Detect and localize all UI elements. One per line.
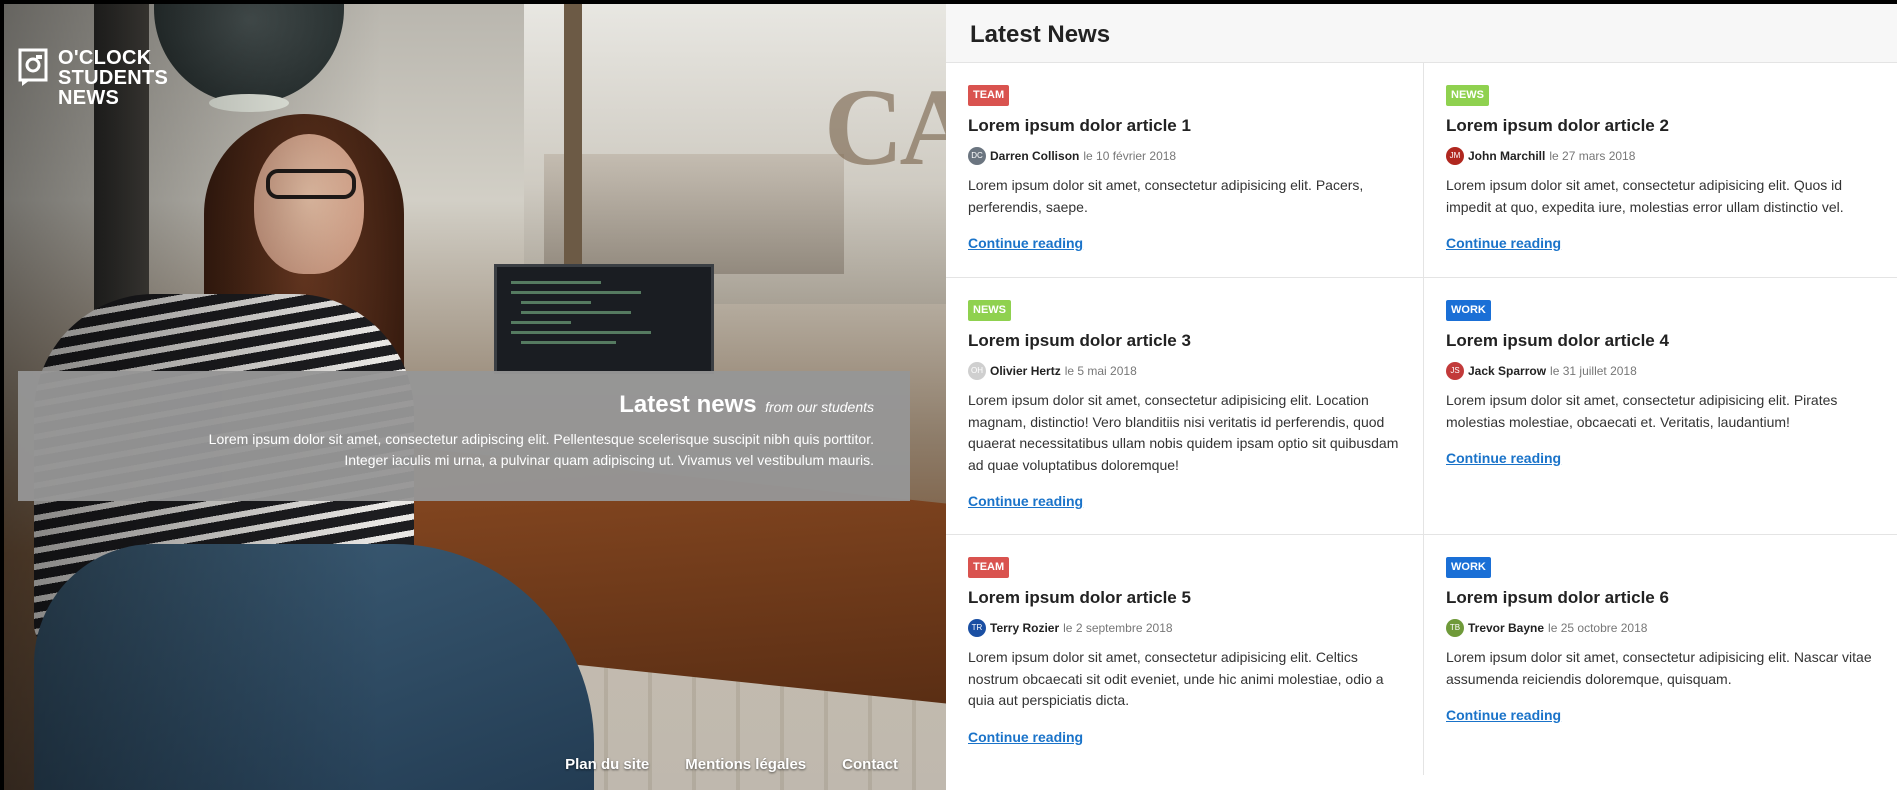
article-meta: TR Terry Rozier le 2 septembre 2018	[968, 619, 1401, 637]
author-name[interactable]: Jack Sparrow	[1468, 364, 1546, 378]
continue-reading-link[interactable]: Continue reading	[1446, 707, 1561, 723]
article-title[interactable]: Lorem ipsum dolor article 4	[1446, 331, 1875, 351]
continue-reading-link[interactable]: Continue reading	[968, 493, 1083, 509]
continue-reading-link[interactable]: Continue reading	[1446, 450, 1561, 466]
logo-icon	[18, 48, 48, 88]
article-meta: JS Jack Sparrow le 31 juillet 2018	[1446, 362, 1875, 380]
hero-title: Latest news	[619, 391, 757, 418]
article-title[interactable]: Lorem ipsum dolor article 1	[968, 116, 1401, 136]
news-header: Latest News	[946, 4, 1897, 63]
hero-description-line-1: Lorem ipsum dolor sit amet, consectetur …	[208, 431, 874, 447]
author-avatar: JM	[1446, 147, 1464, 165]
article-grid: Team Lorem ipsum dolor article 1 DC Darr…	[946, 63, 1897, 775]
author-avatar: JS	[1446, 362, 1464, 380]
article-title[interactable]: Lorem ipsum dolor article 3	[968, 331, 1401, 351]
author-avatar: OH	[968, 362, 986, 380]
article-excerpt: Lorem ipsum dolor sit amet, consectetur …	[1446, 392, 1838, 430]
author-name[interactable]: Olivier Hertz	[990, 364, 1061, 378]
category-badge[interactable]: Work	[1446, 300, 1491, 321]
news-section: Latest News Team Lorem ipsum dolor artic…	[946, 4, 1897, 790]
article-date: le 5 mai 2018	[1064, 364, 1137, 378]
author-avatar: DC	[968, 147, 986, 165]
logo-line-1: O'CLOCK	[58, 47, 152, 69]
author-name[interactable]: Darren Collison	[990, 149, 1079, 163]
author-name[interactable]: Trevor Bayne	[1468, 621, 1544, 635]
article-excerpt: Lorem ipsum dolor sit amet, consectetur …	[968, 392, 1399, 473]
author-avatar: TB	[1446, 619, 1464, 637]
article-date: le 25 octobre 2018	[1548, 621, 1648, 635]
category-badge[interactable]: Work	[1446, 557, 1491, 578]
logo-line-2: STUDENTS	[58, 67, 169, 89]
logo-line-3: NEWS	[58, 87, 120, 109]
category-badge[interactable]: News	[1446, 85, 1489, 106]
author-name[interactable]: Terry Rozier	[990, 621, 1059, 635]
article-title[interactable]: Lorem ipsum dolor article 5	[968, 588, 1401, 608]
continue-reading-link[interactable]: Continue reading	[968, 235, 1083, 251]
article-excerpt: Lorem ipsum dolor sit amet, consectetur …	[1446, 649, 1872, 687]
hero-description-line-2: Integer iaculis mi urna, a pulvinar quam…	[344, 452, 874, 468]
article-meta: DC Darren Collison le 10 février 2018	[968, 147, 1401, 165]
article-title[interactable]: Lorem ipsum dolor article 2	[1446, 116, 1875, 136]
hero-heading: Latest news from our students	[54, 391, 874, 419]
article-date: le 27 mars 2018	[1549, 149, 1636, 163]
article-card: Team Lorem ipsum dolor article 1 DC Darr…	[946, 63, 1424, 278]
continue-reading-link[interactable]: Continue reading	[968, 729, 1083, 745]
article-card: News Lorem ipsum dolor article 3 OH Oliv…	[946, 278, 1424, 535]
article-date: le 31 juillet 2018	[1550, 364, 1637, 378]
logo-text: O'CLOCK STUDENTS NEWS	[58, 48, 168, 108]
article-card: News Lorem ipsum dolor article 2 JM John…	[1424, 63, 1897, 278]
category-badge[interactable]: Team	[968, 85, 1010, 106]
article-card: Work Lorem ipsum dolor article 4 JS Jack…	[1424, 278, 1897, 535]
article-title[interactable]: Lorem ipsum dolor article 6	[1446, 588, 1875, 608]
news-heading: Latest News	[970, 21, 1111, 48]
article-date: le 10 février 2018	[1083, 149, 1177, 163]
footer-link-site-map[interactable]: Plan du site	[565, 756, 649, 773]
hero-description: Lorem ipsum dolor sit amet, consectetur …	[54, 429, 874, 471]
footer-link-legal[interactable]: Mentions légales	[685, 756, 806, 773]
footer-link-contact[interactable]: Contact	[842, 756, 898, 773]
footer-nav: Plan du site Mentions légales Contact	[565, 756, 898, 773]
article-excerpt: Lorem ipsum dolor sit amet, consectetur …	[968, 177, 1364, 215]
article-meta: TB Trevor Bayne le 25 octobre 2018	[1446, 619, 1875, 637]
article-date: le 2 septembre 2018	[1063, 621, 1173, 635]
category-badge[interactable]: News	[968, 300, 1011, 321]
site-logo[interactable]: O'CLOCK STUDENTS NEWS	[18, 48, 168, 108]
article-excerpt: Lorem ipsum dolor sit amet, consectetur …	[968, 649, 1384, 708]
hero-caption-box: Latest news from our students Lorem ipsu…	[18, 371, 910, 501]
continue-reading-link[interactable]: Continue reading	[1446, 235, 1561, 251]
author-name[interactable]: John Marchill	[1468, 149, 1545, 163]
article-excerpt: Lorem ipsum dolor sit amet, consectetur …	[1446, 177, 1844, 215]
hero-section: CA	[4, 4, 946, 790]
article-meta: OH Olivier Hertz le 5 mai 2018	[968, 362, 1401, 380]
article-meta: JM John Marchill le 27 mars 2018	[1446, 147, 1875, 165]
category-badge[interactable]: Team	[968, 557, 1010, 578]
hero-subtitle: from our students	[765, 399, 874, 415]
page: CA	[4, 4, 1897, 790]
article-card: Work Lorem ipsum dolor article 6 TB Trev…	[1424, 535, 1897, 775]
author-avatar: TR	[968, 619, 986, 637]
article-card: Team Lorem ipsum dolor article 5 TR Terr…	[946, 535, 1424, 775]
